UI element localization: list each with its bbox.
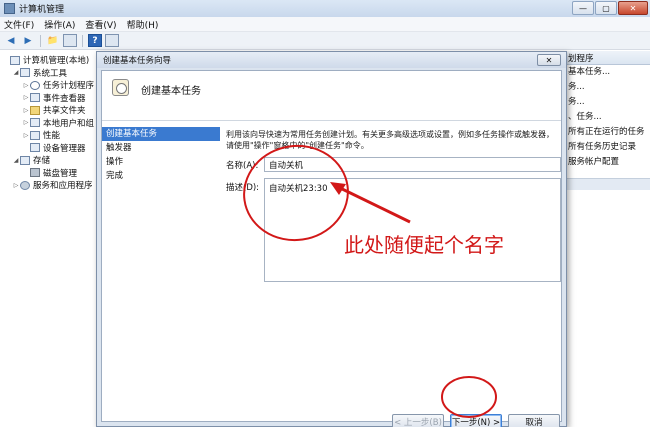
gauge-icon xyxy=(30,130,40,140)
actions-subheader xyxy=(562,178,650,190)
expand-arrow-icon[interactable]: ▷ xyxy=(22,107,30,114)
expand-arrow-icon[interactable]: ▷ xyxy=(22,119,30,126)
main-window-title-bar: 计算机管理 — ▢ ✕ xyxy=(0,0,650,17)
wizard-description: 利用该向导快速为常用任务创建计划。有关更多高级选项或设置，例如多任务操作或触发器… xyxy=(226,130,554,150)
expand-arrow-icon[interactable]: ▷ xyxy=(12,182,20,189)
maximize-button[interactable]: ▢ xyxy=(595,1,617,15)
wizard-step: 触发器 xyxy=(106,143,132,153)
expand-arrow-icon[interactable]: ▷ xyxy=(22,132,30,139)
expand-arrow-icon[interactable]: ▷ xyxy=(22,82,30,89)
wizard-steps: 创建基本任务触发器操作完成 xyxy=(102,127,220,417)
dialog-header: 创建基本任务 xyxy=(102,71,561,121)
gear-icon xyxy=(20,180,30,190)
toolbar-divider xyxy=(40,34,41,47)
toolbar: ◀ ▶ 📁 ? xyxy=(0,32,650,50)
cancel-button[interactable]: 取消 xyxy=(508,414,560,427)
users-icon xyxy=(30,118,40,128)
annotation-text: 此处随便起个名字 xyxy=(344,233,504,257)
disk-icon xyxy=(30,168,40,178)
help-icon[interactable]: ? xyxy=(88,34,102,47)
action-item[interactable]: 服务帐户配置 xyxy=(562,155,650,170)
expand-arrow-icon[interactable]: ◢ xyxy=(12,157,20,164)
expand-arrow-icon[interactable]: ▷ xyxy=(22,94,30,101)
close-window-button[interactable]: ✕ xyxy=(618,1,648,15)
dialog-heading: 创建基本任务 xyxy=(141,86,201,97)
action-item[interactable]: 务... xyxy=(562,80,650,95)
tree-node-label: 任务计划程序 xyxy=(43,81,95,92)
tools-icon xyxy=(20,68,30,78)
menu-file[interactable]: 文件(F) xyxy=(4,18,34,31)
menu-bar: 文件(F) 操作(A) 查看(V) 帮助(H) xyxy=(0,17,650,32)
tree-node-label: 共享文件夹 xyxy=(43,106,86,117)
tree-node-label: 服务和应用程序 xyxy=(33,181,93,192)
clock-icon xyxy=(30,80,40,90)
wizard-step: 操作 xyxy=(106,157,124,167)
wizard-step: 完成 xyxy=(106,171,124,181)
show-tree-icon[interactable] xyxy=(63,34,77,47)
task-clock-icon xyxy=(112,79,129,96)
wizard-buttons: < 上一步(B) 下一步(N) > 取消 xyxy=(392,414,560,427)
tree-node-label: 系统工具 xyxy=(33,68,68,79)
computer-management-icon xyxy=(4,3,15,14)
action-pane-icon[interactable] xyxy=(105,34,119,47)
actions-header: 划程序 xyxy=(562,51,650,65)
folder-icon xyxy=(30,105,40,115)
tree-node-label: 存储 xyxy=(33,156,51,167)
device-icon xyxy=(30,143,40,153)
dialog-title: 创建基本任务向导 xyxy=(97,52,566,68)
expand-arrow-icon[interactable]: ◢ xyxy=(12,69,20,76)
actions-pane: 划程序 基本任务... 务... 务... 、任务... 所有正在运行的任务 所有任务历史… xyxy=(561,51,650,427)
back-button[interactable]: < 上一步(B) xyxy=(392,414,444,427)
computer-icon xyxy=(10,55,20,65)
tree-node-label: 磁盘管理 xyxy=(43,168,78,179)
log-icon xyxy=(30,93,40,103)
name-label: 名称(A): xyxy=(226,160,259,171)
tree-node-label: 性能 xyxy=(43,131,61,142)
description-label: 描述(D): xyxy=(226,183,260,193)
wizard-content: 利用该向导快速为常用任务创建计划。有关更多高级选项或设置，例如多任务操作或触发器… xyxy=(226,129,561,282)
menu-help[interactable]: 帮助(H) xyxy=(127,18,159,31)
tree-node-label: 事件查看器 xyxy=(43,93,86,104)
action-item[interactable]: 基本任务... xyxy=(562,65,650,80)
menu-view[interactable]: 查看(V) xyxy=(85,18,116,31)
window-controls: — ▢ ✕ xyxy=(572,1,648,15)
tree-node-label: 计算机管理(本地) xyxy=(23,56,90,67)
action-item[interactable]: 、任务... xyxy=(562,110,650,125)
action-item[interactable]: 所有正在运行的任务 xyxy=(562,125,650,140)
tree-node-label: 本地用户和组 xyxy=(43,118,95,129)
actions-list: 基本任务... 务... 务... 、任务... 所有正在运行的任务 所有任务历史记录 服务… xyxy=(562,65,650,170)
forward-arrow-icon[interactable]: ▶ xyxy=(21,34,35,47)
minimize-button[interactable]: — xyxy=(572,1,594,15)
action-item[interactable]: 务... xyxy=(562,95,650,110)
task-name-input[interactable]: 自动关机 xyxy=(264,157,561,172)
next-button[interactable]: 下一步(N) > xyxy=(450,414,502,427)
name-row: 名称(A): 自动关机 xyxy=(226,157,561,172)
tree-node-label: 设备管理器 xyxy=(43,143,86,154)
action-item[interactable]: 所有任务历史记录 xyxy=(562,140,650,155)
window-title: 计算机管理 xyxy=(19,5,65,15)
menu-action[interactable]: 操作(A) xyxy=(44,18,75,31)
dialog-close-button[interactable]: ✕ xyxy=(537,54,561,66)
up-folder-icon[interactable]: 📁 xyxy=(46,34,60,47)
back-arrow-icon[interactable]: ◀ xyxy=(4,34,18,47)
wizard-step: 创建基本任务 xyxy=(102,127,220,141)
toolbar-divider xyxy=(82,34,83,47)
storage-icon xyxy=(20,155,30,165)
